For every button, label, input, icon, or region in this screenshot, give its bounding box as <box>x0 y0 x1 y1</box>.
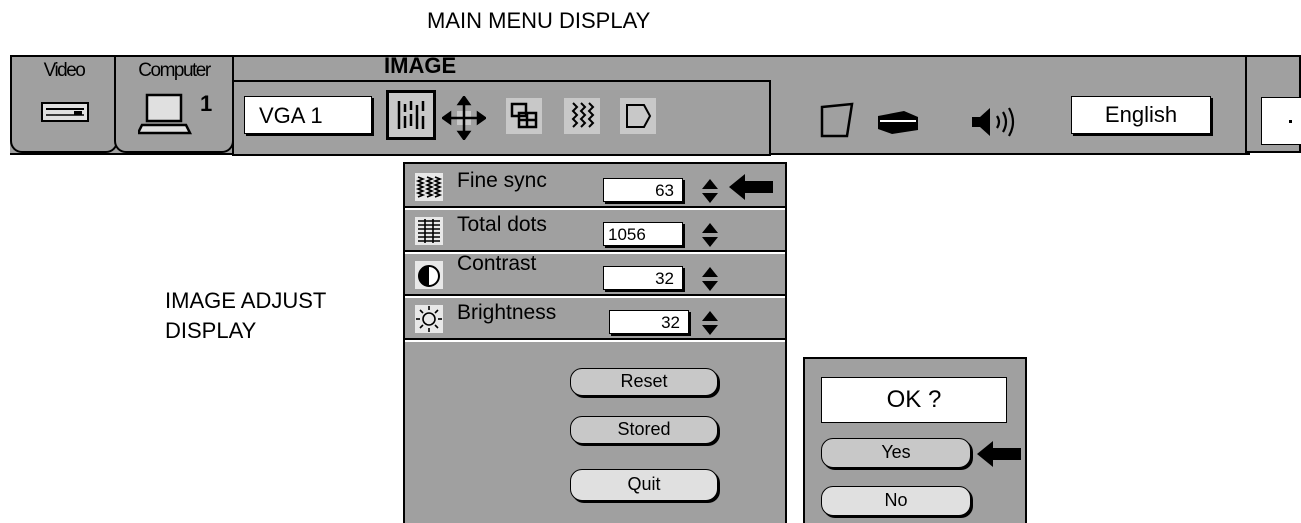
exit-panel <box>1245 55 1301 153</box>
fine-sync-label: Fine sync <box>457 169 547 192</box>
tab-computer[interactable]: Computer 1 <box>114 57 234 153</box>
contrast-icon <box>415 261 443 289</box>
laptop-icon <box>138 93 192 135</box>
computer-input-badge: 1 <box>200 91 213 116</box>
tab-computer-label: Computer <box>138 60 211 81</box>
vcr-icon <box>41 102 89 122</box>
total-dots-icon <box>415 217 443 245</box>
contrast-spinner-icon[interactable] <box>701 266 719 292</box>
reset-button[interactable]: Reset <box>570 368 718 396</box>
pc-adjust-tab[interactable] <box>506 98 542 134</box>
total-dots-spinner-icon[interactable] <box>701 222 719 248</box>
pointer-arrow-icon <box>729 174 773 200</box>
door-knob <box>1289 120 1292 123</box>
image-level-tab[interactable] <box>564 98 600 134</box>
fine-sync-value[interactable]: 63 <box>603 178 683 202</box>
contrast-label: Contrast <box>457 252 537 275</box>
tab-video[interactable]: Video <box>10 57 118 153</box>
language-field[interactable]: English <box>1071 96 1211 134</box>
screen-icon <box>626 104 652 128</box>
image-adjust-caption-line1: IMAGE ADJUST <box>165 288 327 313</box>
image-section-title: IMAGE <box>384 53 457 78</box>
yes-button[interactable]: Yes <box>821 438 971 468</box>
brightness-icon <box>415 305 443 333</box>
image-adjust-panel: Fine sync 63 Total dots 1056 Contrast 32… <box>403 162 787 523</box>
fine-sync-spinner-icon[interactable] <box>701 178 719 204</box>
brightness-spinner-icon[interactable] <box>701 310 719 336</box>
total-dots-label: Total dots <box>457 213 547 236</box>
brightness-label: Brightness <box>457 301 557 324</box>
confirm-prompt: OK ? <box>821 377 1007 423</box>
adjust-row-total-dots[interactable]: Total dots 1056 <box>405 208 785 252</box>
adjust-row-brightness[interactable]: Brightness 32 <box>405 296 785 340</box>
image-level-icon <box>571 102 595 128</box>
fine-sync-icon <box>397 101 425 129</box>
exit-door-icon[interactable] <box>1261 97 1301 145</box>
pointer-arrow-icon <box>977 441 1021 467</box>
screen-icon[interactable] <box>819 102 855 138</box>
brightness-value[interactable]: 32 <box>609 310 689 334</box>
adjust-row-fine-sync[interactable]: Fine sync 63 <box>405 164 785 208</box>
position-icon[interactable] <box>442 96 486 140</box>
contrast-value[interactable]: 32 <box>603 266 683 290</box>
fine-sync-icon <box>415 173 443 201</box>
source-field[interactable]: VGA 1 <box>244 96 372 134</box>
main-menu-caption: MAIN MENU DISPLAY <box>427 8 651 33</box>
image-adjust-caption-line2: DISPLAY <box>165 318 257 343</box>
tab-video-label: Video <box>43 60 86 81</box>
adjust-row-contrast[interactable]: Contrast 32 <box>405 252 785 296</box>
sound-icon[interactable] <box>968 104 1024 140</box>
lamp-icon[interactable] <box>874 108 920 136</box>
stored-button[interactable]: Stored <box>570 416 718 444</box>
confirm-dialog: OK ? Yes No <box>803 357 1027 523</box>
total-dots-value[interactable]: 1056 <box>603 222 683 246</box>
pc-adjust-icon <box>510 102 538 129</box>
quit-button[interactable]: Quit <box>570 469 718 501</box>
fine-sync-tab[interactable] <box>386 90 436 140</box>
image-menu-box: VGA 1 <box>232 80 771 156</box>
no-button[interactable]: No <box>821 486 971 516</box>
screen-tab[interactable] <box>620 98 656 134</box>
